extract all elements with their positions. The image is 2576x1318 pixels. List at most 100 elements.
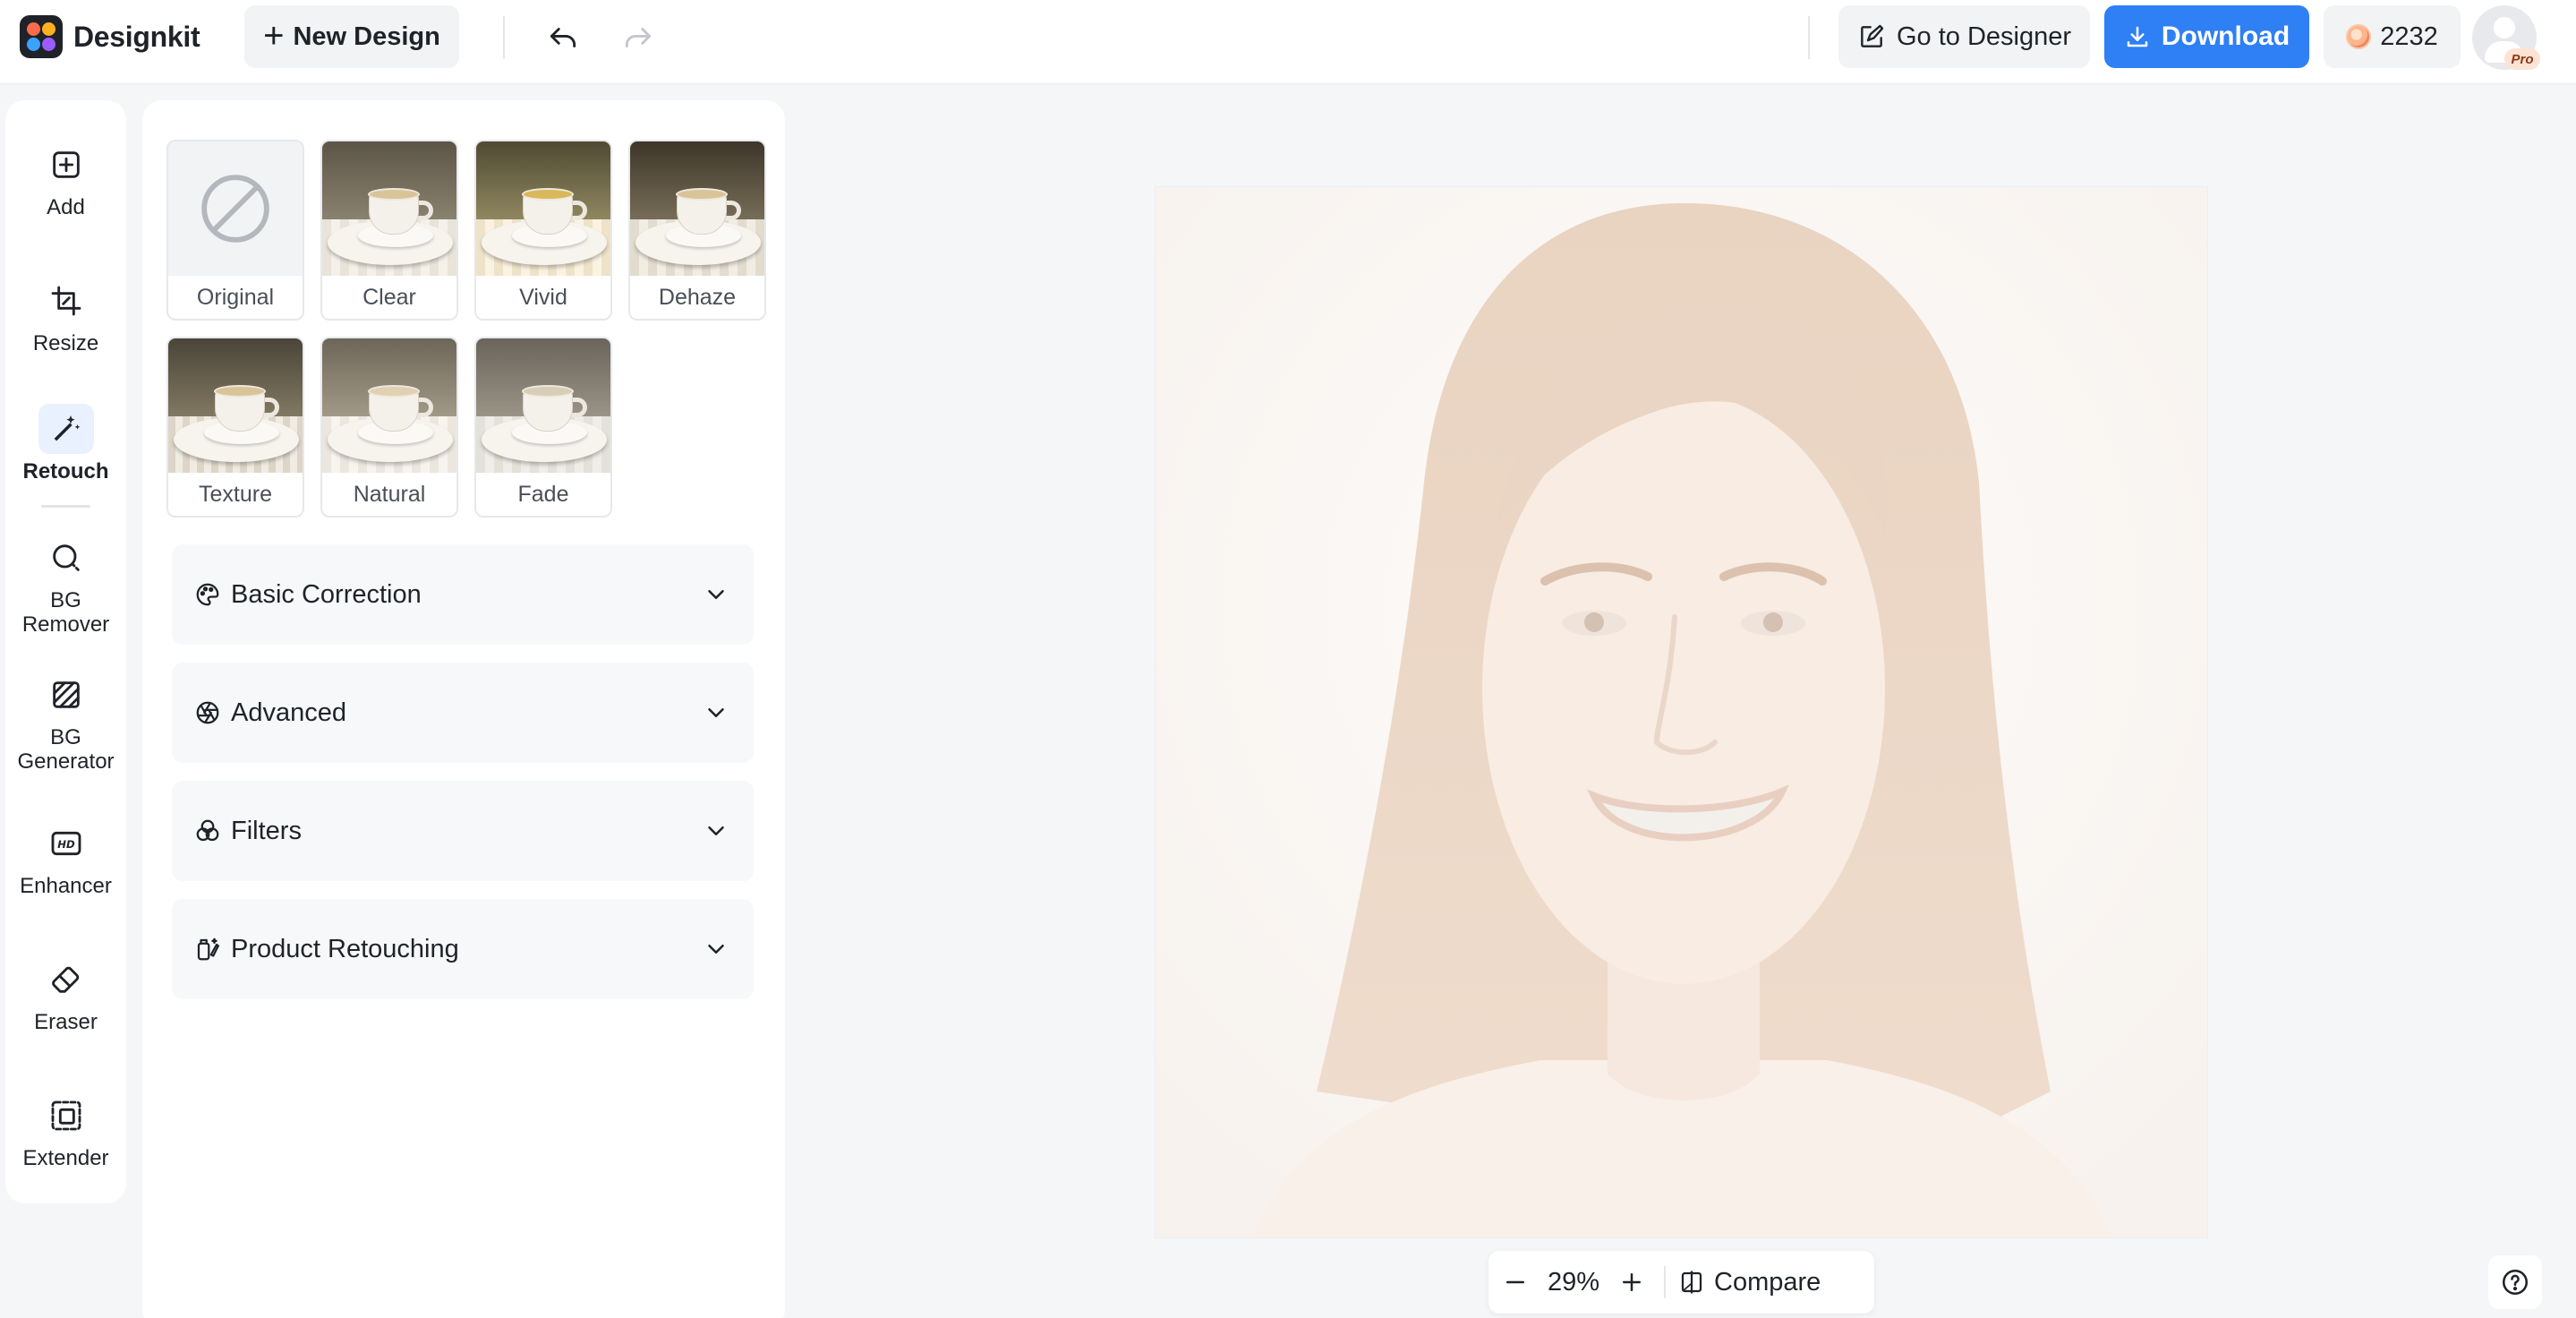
svg-text:HD: HD xyxy=(57,838,75,851)
compare-label: Compare xyxy=(1714,1267,1821,1297)
extender-icon xyxy=(38,1091,94,1141)
hd-icon: HD xyxy=(38,818,94,869)
preset-label: Clear xyxy=(363,284,416,310)
magic-wand-icon xyxy=(38,404,94,454)
retouch-panel: Original Clear Vivid Dehaze Texture Natu… xyxy=(142,100,785,1318)
preset-texture[interactable]: Texture xyxy=(166,337,304,518)
chevron-down-icon xyxy=(702,935,730,963)
redo-icon xyxy=(625,28,652,47)
zoom-in-button[interactable] xyxy=(1605,1255,1659,1309)
tool-extender[interactable]: Extender xyxy=(5,1091,126,1170)
tool-add[interactable]: Add xyxy=(5,140,126,219)
resize-icon xyxy=(38,276,94,326)
bg-remover-icon xyxy=(38,533,94,583)
preset-thumbnail xyxy=(322,338,456,473)
preset-thumbnail xyxy=(476,338,610,473)
tool-label: Resize xyxy=(32,331,99,355)
go-to-designer-button[interactable]: Go to Designer xyxy=(1838,5,2090,68)
new-design-label: New Design xyxy=(293,21,440,51)
tool-label: Extender xyxy=(22,1146,109,1170)
credits-badge[interactable]: 2232 xyxy=(2324,5,2461,68)
toolbar-divider xyxy=(1808,16,1810,59)
preset-thumbnail xyxy=(476,141,610,276)
preset-clear[interactable]: Clear xyxy=(320,140,458,321)
zoom-divider xyxy=(1664,1266,1666,1298)
eraser-icon xyxy=(38,954,94,1005)
preset-label: Dehaze xyxy=(658,284,737,310)
undo-icon xyxy=(550,28,576,47)
aperture-icon xyxy=(193,698,222,727)
section-title: Basic Correction xyxy=(231,579,422,609)
chevron-down-icon xyxy=(702,698,730,727)
credits-count: 2232 xyxy=(2380,21,2438,51)
avatar[interactable]: Pro xyxy=(2472,5,2540,70)
plus-icon: + xyxy=(263,15,285,56)
preset-dehaze[interactable]: Dehaze xyxy=(628,140,766,321)
filters-icon xyxy=(193,817,222,845)
help-icon xyxy=(2502,1269,2529,1296)
section-filters[interactable]: Filters xyxy=(172,781,754,881)
tool-resize[interactable]: Resize xyxy=(5,276,126,355)
preset-label: Natural xyxy=(353,481,426,507)
redo-button[interactable] xyxy=(617,16,660,59)
preset-thumbnail xyxy=(168,141,303,276)
preset-label: Vivid xyxy=(519,284,567,310)
rail-divider xyxy=(41,505,90,508)
tool-label: Eraser xyxy=(34,1010,98,1034)
preset-thumbnail xyxy=(630,141,764,276)
logo[interactable]: Designkit xyxy=(20,15,200,58)
preset-fade[interactable]: Fade xyxy=(474,337,612,518)
preset-natural[interactable]: Natural xyxy=(320,337,458,518)
toolbar-divider xyxy=(503,16,505,59)
bg-generator-icon xyxy=(38,670,94,720)
preset-thumbnail xyxy=(168,338,303,473)
tool-bg-generator[interactable]: BG Generator xyxy=(5,670,126,774)
tool-label: BG Generator xyxy=(17,725,115,774)
preset-thumbnail xyxy=(322,141,456,276)
chevron-down-icon xyxy=(702,580,730,609)
pro-badge: Pro xyxy=(2504,48,2540,70)
preset-original[interactable]: Original xyxy=(166,140,304,321)
undo-button[interactable] xyxy=(542,16,584,59)
plus-icon xyxy=(1623,1273,1641,1291)
app-name: Designkit xyxy=(73,20,200,53)
zoom-level: 29% xyxy=(1547,1267,1600,1297)
help-button[interactable] xyxy=(2488,1255,2542,1309)
section-title: Product Retouching xyxy=(231,934,459,963)
minus-icon xyxy=(1506,1280,1524,1284)
tool-label: Enhancer xyxy=(20,874,112,898)
section-advanced[interactable]: Advanced xyxy=(172,663,754,763)
zoom-toolbar: 29% Compare xyxy=(1488,1251,1874,1314)
tool-label: BG Remover xyxy=(21,588,110,637)
tool-label: Add xyxy=(47,195,85,219)
go-to-designer-label: Go to Designer xyxy=(1896,21,2072,51)
chevron-down-icon xyxy=(702,817,730,845)
tool-enhancer[interactable]: HD Enhancer xyxy=(5,818,126,898)
user-icon xyxy=(2494,17,2515,39)
compare-icon xyxy=(1681,1271,1702,1294)
tool-label: Retouch xyxy=(22,459,109,484)
top-bar: Designkit + New Design Go to Designer Do… xyxy=(0,0,2576,84)
preset-label: Fade xyxy=(517,481,569,507)
tool-eraser[interactable]: Eraser xyxy=(5,954,126,1034)
tool-bg-remover[interactable]: BG Remover xyxy=(5,533,126,637)
portrait-image xyxy=(1156,187,2207,1237)
tool-retouch[interactable]: Retouch xyxy=(5,404,126,484)
section-basic-correction[interactable]: Basic Correction xyxy=(172,544,754,645)
logo-icon xyxy=(20,15,63,58)
design-canvas[interactable] xyxy=(1156,187,2207,1237)
section-product-retouching[interactable]: Product Retouching xyxy=(172,899,754,999)
tool-rail: Add Resize Retouch BG Remover BG Generat… xyxy=(5,100,126,1203)
add-icon xyxy=(38,140,94,190)
coin-icon xyxy=(2346,24,2372,49)
none-icon xyxy=(201,175,269,243)
preset-label: Texture xyxy=(199,481,272,507)
section-title: Advanced xyxy=(231,698,346,727)
designer-icon xyxy=(1861,24,1884,47)
compare-button[interactable]: Compare xyxy=(1671,1268,1821,1297)
preset-vivid[interactable]: Vivid xyxy=(474,140,612,321)
new-design-button[interactable]: + New Design xyxy=(244,5,459,68)
palette-icon xyxy=(193,580,222,609)
download-button[interactable]: Download xyxy=(2104,5,2309,68)
zoom-out-button[interactable] xyxy=(1488,1255,1542,1309)
